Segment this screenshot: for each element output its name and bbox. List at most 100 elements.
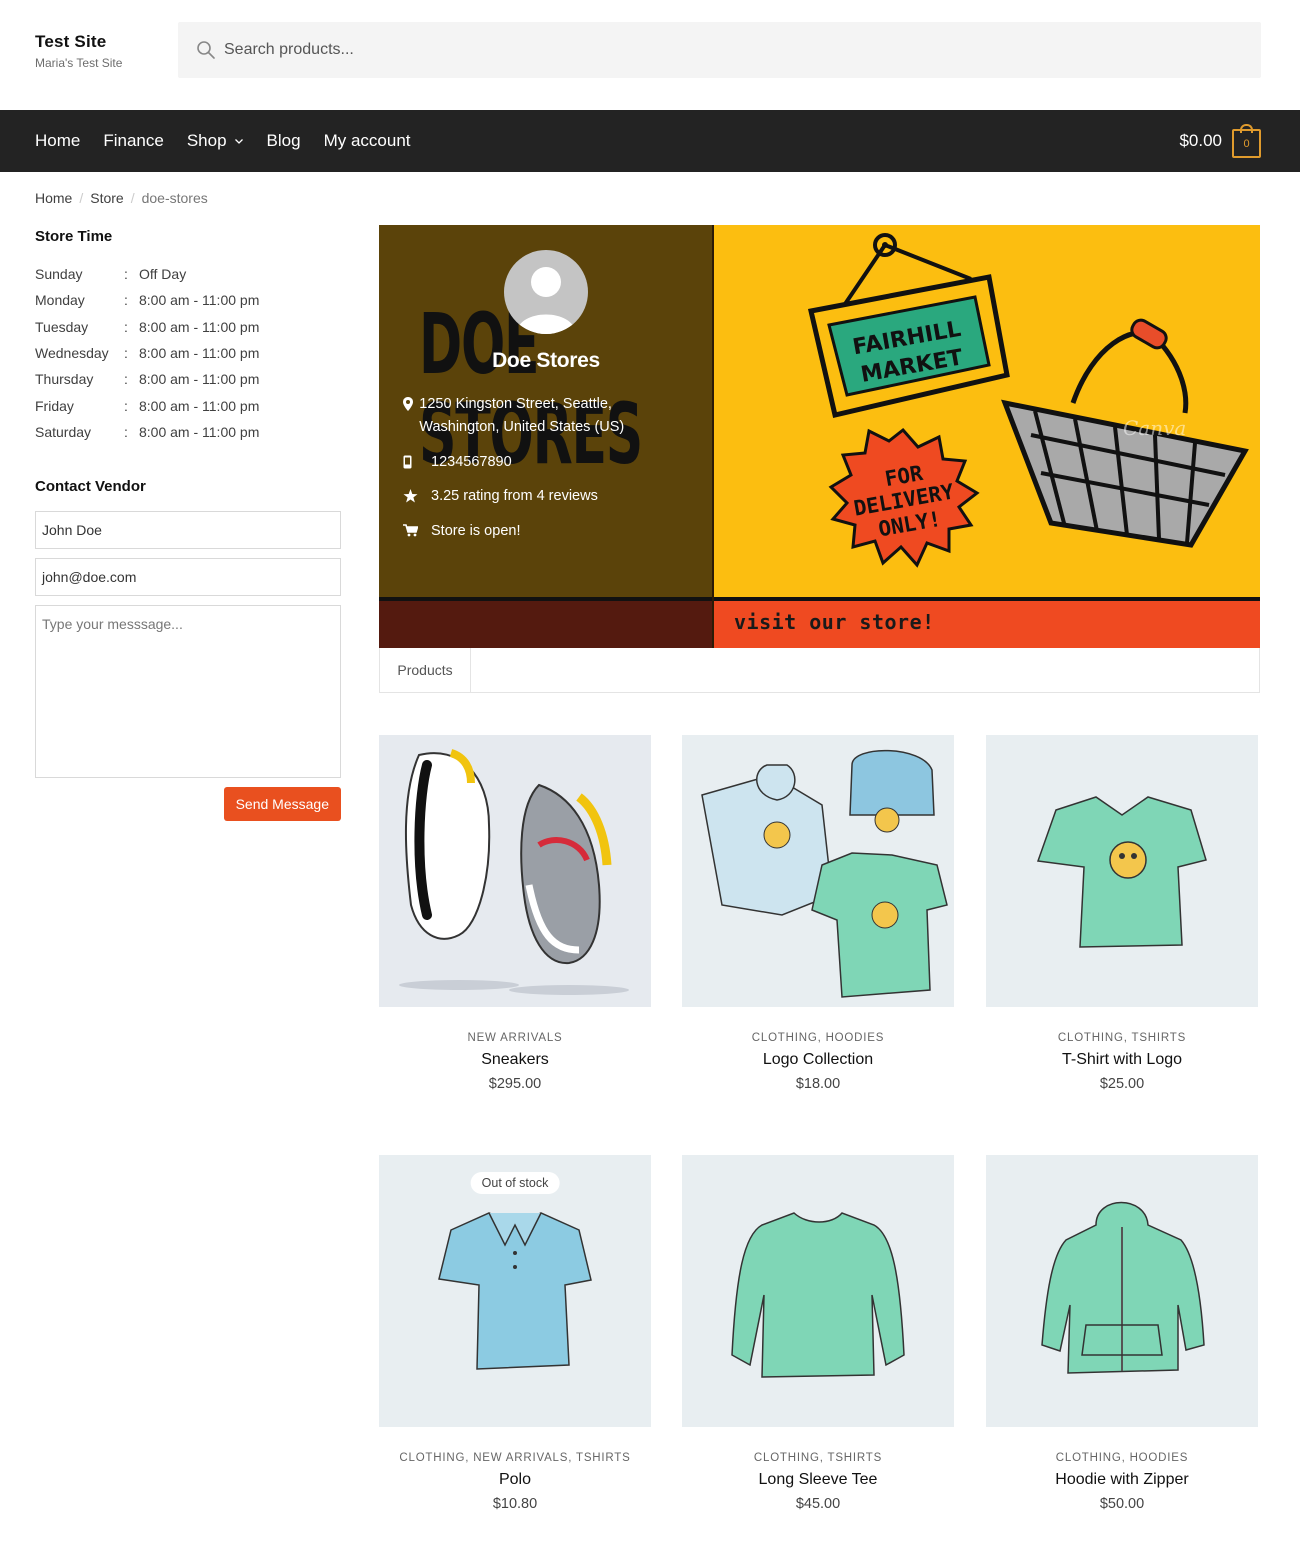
- store-rating: 3.25 rating from 4 reviews: [431, 488, 598, 504]
- product-price: $10.80: [492, 1496, 538, 1512]
- nav-shop[interactable]: Shop: [187, 131, 244, 151]
- site-header: Test Site Maria's Test Site: [0, 0, 1300, 110]
- store-status: Store is open!: [431, 523, 521, 539]
- nav-finance[interactable]: Finance: [103, 131, 163, 151]
- product-categories: NEW ARRIVALS: [467, 1032, 563, 1044]
- product-price: $18.00: [795, 1076, 841, 1092]
- store-name: Doe Stores: [492, 349, 600, 372]
- tab-products[interactable]: Products: [380, 648, 471, 692]
- store-address-row: 1250 Kingston Street, Seattle, Washingto…: [403, 393, 653, 439]
- product-price: $50.00: [1099, 1496, 1145, 1512]
- logo-collection-image: [682, 735, 954, 1007]
- user-avatar-icon: [516, 267, 576, 334]
- product-title[interactable]: Long Sleeve Tee: [682, 1471, 954, 1489]
- product-categories: CLOTHING, HOODIES: [1055, 1452, 1189, 1464]
- hours-value: 8:00 am - 11:00 pm: [139, 292, 260, 309]
- nav-shop-label: Shop: [186, 131, 227, 150]
- product-image[interactable]: [682, 735, 954, 1007]
- search-icon: [197, 41, 215, 59]
- product-card[interactable]: CLOTHING, TSHIRTS T-Shirt with Logo $25.…: [986, 735, 1258, 1092]
- hours-row: Thursday:8:00 am - 11:00 pm: [35, 371, 260, 388]
- send-message-button[interactable]: Send Message: [223, 787, 341, 822]
- product-card[interactable]: CLOTHING, TSHIRTS Long Sleeve Tee $45.00: [682, 1155, 954, 1512]
- banner-watermark: Canva: [1123, 416, 1186, 440]
- product-image[interactable]: [682, 1155, 954, 1427]
- hours-day: Friday: [35, 397, 74, 414]
- hours-day: Sunday: [35, 266, 83, 283]
- star-icon: [403, 489, 418, 503]
- product-price: $295.00: [488, 1076, 542, 1092]
- site-tagline: Maria's Test Site: [35, 56, 123, 70]
- breadcrumb-store[interactable]: Store: [90, 190, 123, 206]
- message-field[interactable]: [35, 605, 341, 779]
- product-price: $25.00: [1099, 1076, 1145, 1092]
- hours-day: Wednesday: [35, 345, 109, 362]
- product-image[interactable]: Out of stock: [379, 1155, 651, 1427]
- product-categories: CLOTHING, NEW ARRIVALS, TSHIRTS: [399, 1452, 631, 1464]
- search-input[interactable]: [224, 22, 1224, 78]
- product-title[interactable]: Sneakers: [379, 1051, 651, 1069]
- cart-amount: $0.00: [1179, 131, 1222, 150]
- product-card[interactable]: NEW ARRIVALS Sneakers $295.00: [379, 735, 651, 1092]
- banner-right-panel: FAIRHILL MARKET FOR DELIVERY ONLY! Canva: [713, 225, 1260, 597]
- product-categories: CLOTHING, TSHIRTS: [753, 1452, 883, 1464]
- breadcrumb: Home / Store / doe-stores: [35, 190, 208, 206]
- store-phone[interactable]: 1234567890: [431, 451, 512, 474]
- out-of-stock-badge: Out of stock: [470, 1172, 560, 1194]
- search-box[interactable]: [178, 22, 1261, 78]
- map-marker-icon: [403, 397, 413, 411]
- product-image[interactable]: [986, 1155, 1258, 1427]
- hours-day: Saturday: [35, 423, 92, 440]
- store-avatar: [504, 250, 588, 334]
- hours-value: 8:00 am - 11:00 pm: [139, 397, 260, 414]
- product-title[interactable]: Logo Collection: [682, 1051, 954, 1069]
- product-card[interactable]: CLOTHING, HOODIES Hoodie with Zipper $50…: [986, 1155, 1258, 1512]
- nav-my-account[interactable]: My account: [324, 131, 411, 151]
- site-title[interactable]: Test Site: [35, 32, 122, 52]
- product-title[interactable]: T-Shirt with Logo: [986, 1051, 1258, 1069]
- store-banner: FAIRHILL MARKET FOR DELIVERY ONLY! Canva…: [379, 225, 1260, 648]
- product-title[interactable]: Hoodie with Zipper: [986, 1471, 1258, 1489]
- hours-row: Sunday: Off Day: [35, 266, 187, 283]
- breadcrumb-home[interactable]: Home: [35, 190, 72, 206]
- name-field[interactable]: John Doe: [35, 511, 341, 550]
- primary-navigation: Home Finance Shop Blog My account $0.00 …: [0, 110, 1300, 172]
- product-title[interactable]: Polo: [379, 1471, 651, 1489]
- hours-value: Off Day: [139, 266, 187, 283]
- hours-value: 8:00 am - 11:00 pm: [139, 423, 260, 440]
- banner-cta-text: visit our store!: [734, 610, 935, 634]
- shopping-bag-icon: 0: [1232, 124, 1261, 158]
- chevron-down-icon: [234, 139, 243, 144]
- hours-day: Thursday: [35, 371, 94, 388]
- contact-vendor-title: Contact Vendor: [35, 478, 146, 496]
- store-tabs: Products: [379, 648, 1260, 693]
- mobile-phone-icon: [403, 455, 412, 469]
- banner-strip-left: [379, 597, 713, 648]
- market-illustration: FAIRHILL MARKET FOR DELIVERY ONLY! Canva: [807, 233, 1249, 568]
- product-card[interactable]: Out of stock CLOTHING, NEW ARRIVALS, TSH…: [379, 1155, 651, 1512]
- hours-value: 8:00 am - 11:00 pm: [139, 318, 260, 335]
- shopping-cart-icon: [403, 524, 418, 537]
- hours-day: Monday: [35, 292, 85, 309]
- store-sidebar: Store Time Sunday: Off Day Monday:8:00 am…: [35, 228, 341, 822]
- product-card[interactable]: CLOTHING, HOODIES Logo Collection $18.00: [682, 735, 954, 1092]
- nav-blog[interactable]: Blog: [267, 131, 301, 151]
- site-branding: Test Site Maria's Test Site: [35, 32, 122, 70]
- breadcrumb-current: doe-stores: [141, 190, 208, 206]
- product-categories: CLOTHING, TSHIRTS: [1057, 1032, 1187, 1044]
- hours-row: Friday:8:00 am - 11:00 pm: [35, 397, 260, 414]
- hoodie-with-zipper-image: [986, 1155, 1258, 1427]
- hours-value: 8:00 am - 11:00 pm: [139, 345, 260, 362]
- product-price: $45.00: [795, 1496, 841, 1512]
- cart-button[interactable]: $0.00 0: [1179, 124, 1261, 158]
- store-address: 1250 Kingston Street, Seattle, Washingto…: [419, 396, 625, 435]
- product-categories: CLOTHING, HOODIES: [751, 1032, 885, 1044]
- product-image[interactable]: [986, 735, 1258, 1007]
- hours-value: 8:00 am - 11:00 pm: [139, 371, 260, 388]
- nav-home[interactable]: Home: [35, 131, 80, 151]
- hours-row: Wednesday:8:00 am - 11:00 pm: [35, 345, 260, 362]
- store-status-row: Store is open!: [403, 520, 520, 543]
- long-sleeve-tee-image: [682, 1155, 954, 1427]
- product-image[interactable]: [379, 735, 651, 1007]
- email-field[interactable]: john@doe.com: [35, 558, 341, 597]
